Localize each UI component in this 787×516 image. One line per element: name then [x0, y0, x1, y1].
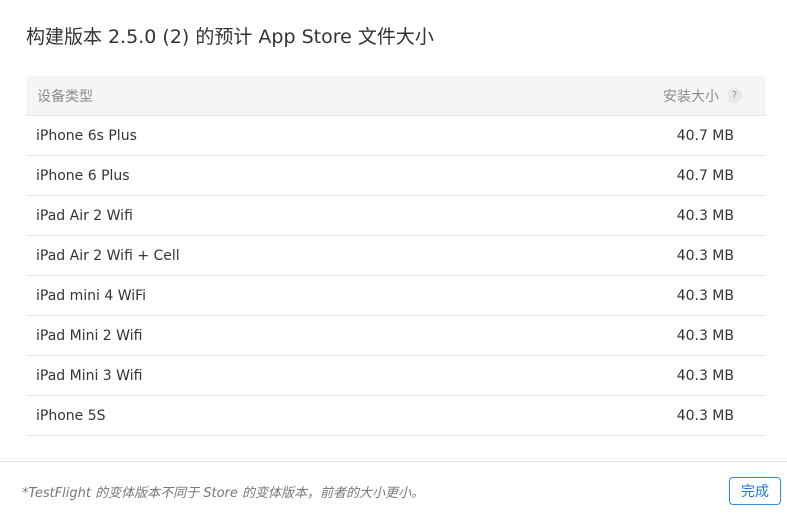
device-name: iPhone 6 Plus — [36, 167, 130, 184]
dialog-footer: *TestFlight 的变体版本不同于 Store 的变体版本，前者的大小更小… — [0, 461, 787, 516]
table-row: iPad Air 2 Wifi + Cell 40.3 MB — [26, 236, 766, 276]
device-name: iPad Air 2 Wifi — [36, 207, 133, 224]
column-header-size-group: 安装大小 ? — [663, 86, 742, 106]
column-header-size: 安装大小 — [663, 88, 719, 105]
device-name: iPhone 6s Plus — [36, 127, 137, 144]
table-row: iPhone 6 Plus 40.7 MB — [26, 156, 766, 196]
install-size: 40.3 MB — [676, 247, 734, 264]
done-button[interactable]: 完成 — [729, 477, 781, 505]
table-row: iPad Mini 2 Wifi 40.3 MB — [26, 316, 766, 356]
device-name: iPad Mini 3 Wifi — [36, 367, 143, 384]
install-size: 40.3 MB — [676, 367, 734, 384]
footer-note: *TestFlight 的变体版本不同于 Store 的变体版本，前者的大小更小… — [22, 486, 425, 501]
device-name: iPad Air 2 Wifi + Cell — [36, 247, 180, 264]
table-row: iPhone 6s Plus 40.7 MB — [26, 116, 766, 156]
help-icon[interactable]: ? — [727, 88, 742, 103]
table-row: iPad mini 4 WiFi 40.3 MB — [26, 276, 766, 316]
install-size: 40.3 MB — [676, 207, 734, 224]
dialog-title: 构建版本 2.5.0 (2) 的预计 App Store 文件大小 — [26, 26, 434, 48]
install-size: 40.7 MB — [676, 127, 734, 144]
table-row: iPad Air 2 Wifi 40.3 MB — [26, 196, 766, 236]
table-header: 设备类型 安装大小 ? — [26, 76, 766, 116]
table-row: iPad Mini 3 Wifi 40.3 MB — [26, 356, 766, 396]
device-name: iPhone 5S — [36, 407, 106, 424]
device-name: iPad Mini 2 Wifi — [36, 327, 143, 344]
table-row: iPhone 5S 40.3 MB — [26, 396, 766, 436]
device-name: iPad mini 4 WiFi — [36, 287, 147, 304]
install-size: 40.3 MB — [676, 407, 734, 424]
column-header-device: 设备类型 — [37, 88, 93, 105]
install-size: 40.3 MB — [676, 327, 734, 344]
install-size: 40.3 MB — [676, 287, 734, 304]
install-size: 40.7 MB — [676, 167, 734, 184]
size-table: 设备类型 安装大小 ? iPhone 6s Plus 40.7 MB iPhon… — [26, 76, 766, 436]
